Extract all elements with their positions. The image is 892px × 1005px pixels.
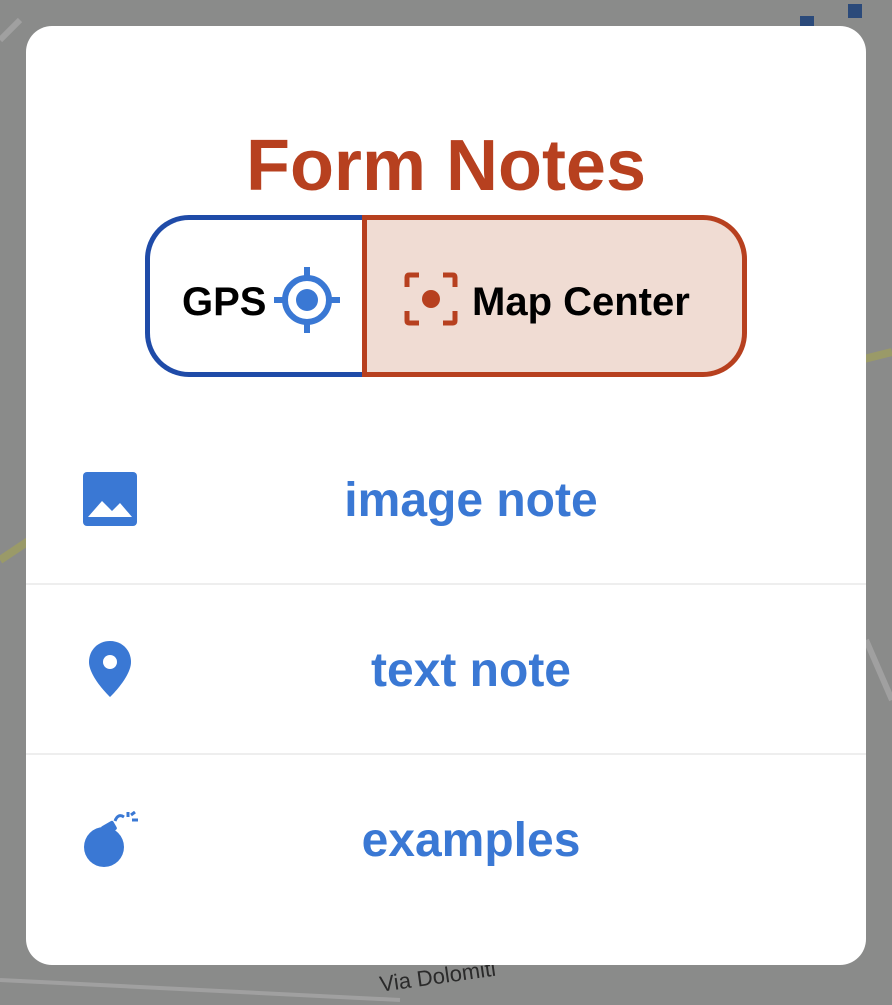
note-type-list: image note text note examples xyxy=(26,415,866,923)
map-center-toggle-button[interactable]: Map Center xyxy=(362,215,747,377)
image-icon xyxy=(83,472,137,526)
gps-toggle-button[interactable]: GPS xyxy=(145,215,366,377)
map-pin-icon xyxy=(89,641,131,697)
map-center-label: Map Center xyxy=(472,280,690,324)
gps-crosshair-icon xyxy=(274,267,340,333)
image-note-item[interactable]: image note xyxy=(26,415,866,583)
map-center-icon xyxy=(404,272,458,326)
text-note-label: text note xyxy=(370,644,571,697)
form-notes-dialog: Form Notes GPS Map Center image note tex… xyxy=(26,26,866,965)
examples-item[interactable]: examples xyxy=(26,753,866,923)
gps-label: GPS xyxy=(182,280,267,324)
location-mode-toggle: GPS Map Center xyxy=(145,215,747,377)
examples-label: examples xyxy=(361,814,581,867)
bomb-icon xyxy=(84,811,138,867)
image-note-label: image note xyxy=(344,474,598,527)
text-note-item[interactable]: text note xyxy=(26,583,866,753)
dialog-title: Form Notes xyxy=(245,126,647,206)
